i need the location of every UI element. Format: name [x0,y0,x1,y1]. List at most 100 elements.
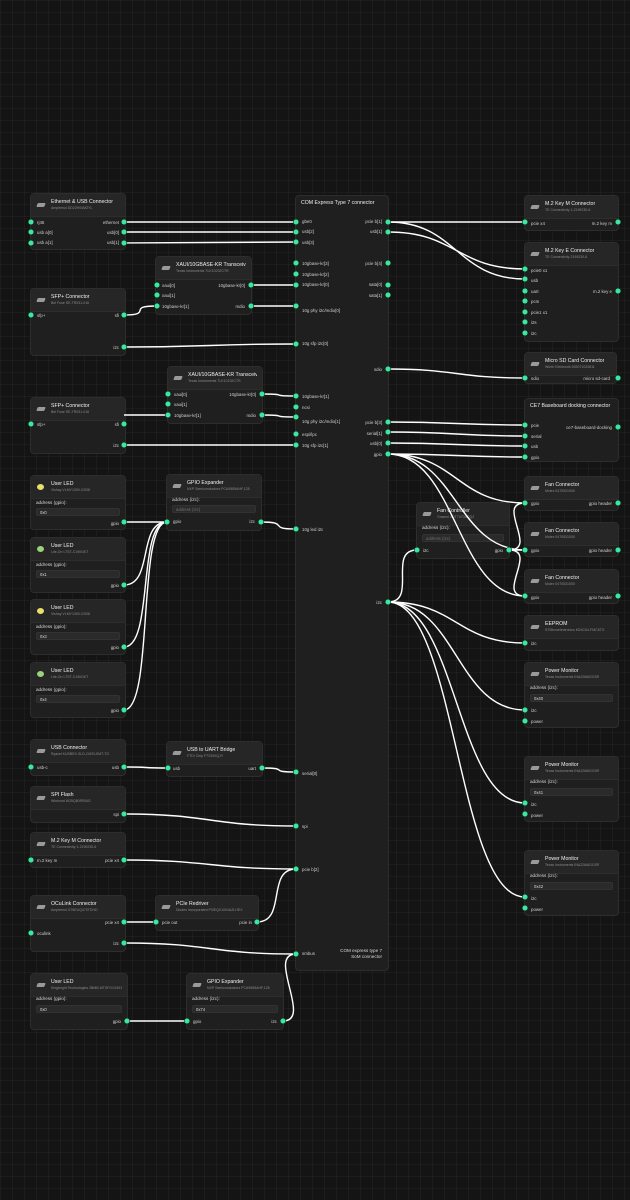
node-sfp-connector-1[interactable]: SFP+ Connector Bel Fuse SE-TR031-016 sfp+… [30,397,126,454]
port-handle[interactable] [154,303,160,309]
node-spi-flash[interactable]: SPI Flash Winbond W25Q80RSNIG spi [30,786,126,823]
node-micro-sd-connector[interactable]: Micro SD Card Connector Würth Elektronik … [524,352,617,384]
port-handle[interactable] [293,404,299,410]
port-handle[interactable] [154,292,160,298]
port-handle[interactable] [293,239,299,245]
port-handle[interactable] [522,707,528,713]
port-handle[interactable] [258,519,264,525]
address-field[interactable]: 0x1 [36,570,120,578]
node-power-monitor-3[interactable]: Power Monitor Texas Instruments INA226AID… [524,850,619,916]
port-handle[interactable] [293,866,299,872]
wire[interactable] [123,241,297,244]
node-ce7-docking-connector[interactable]: CE7 Baseboard docking connector pcie ser… [524,398,619,462]
port-handle[interactable] [385,292,391,298]
port-handle[interactable] [522,288,528,294]
wire[interactable] [261,414,297,418]
node-user-led-2[interactable]: User LED Lite-On LTST-C190GKT address (gp… [30,537,126,593]
port-handle[interactable] [522,298,528,304]
port-handle[interactable] [153,919,159,925]
port-handle[interactable] [293,271,299,277]
port-handle[interactable] [28,219,34,225]
port-handle[interactable] [385,429,391,435]
wire[interactable] [123,521,168,648]
port-handle[interactable] [385,451,391,457]
address-field[interactable]: 0x41 [530,788,613,796]
node-xaui-transceiver-1[interactable]: XAUI/10GBASE-KR Transceiver Texas Instrum… [167,366,263,424]
port-handle[interactable] [121,764,127,770]
port-handle[interactable] [28,229,34,235]
port-handle[interactable] [184,1018,190,1024]
port-handle[interactable] [28,857,34,863]
node-ethernet-usb-connector[interactable]: Ethernet & USB Connector Amphenol DD22H04… [30,193,126,250]
port-handle[interactable] [259,391,265,397]
wire[interactable] [387,368,526,379]
port-handle[interactable] [165,765,171,771]
port-handle[interactable] [522,319,528,325]
port-handle[interactable] [121,229,127,235]
port-handle[interactable] [522,219,528,225]
wire[interactable] [387,549,418,603]
node-power-monitor-1[interactable]: Power Monitor Texas Instruments INA226AID… [524,662,619,728]
node-oculink-connector[interactable]: OCuLink Connector Amphenol G76EUQ470TDHD … [30,895,126,952]
address-field[interactable]: address (i2c) [422,534,504,542]
port-handle[interactable] [522,640,528,646]
wire[interactable] [123,859,297,870]
port-handle[interactable] [28,240,34,246]
port-handle[interactable] [280,1018,286,1024]
node-fan-connector-1[interactable]: Fan Connector Molex 0470531000 gpio gpio … [524,476,619,511]
port-handle[interactable] [385,260,391,266]
port-handle[interactable] [385,599,391,605]
wire[interactable] [387,601,526,898]
port-handle[interactable] [615,500,621,506]
port-handle[interactable] [28,764,34,770]
port-handle[interactable] [522,276,528,282]
port-handle[interactable] [522,905,528,911]
wire[interactable] [387,453,526,458]
port-handle[interactable] [28,312,34,318]
port-handle[interactable] [28,930,34,936]
port-handle[interactable] [293,303,299,309]
port-handle[interactable] [248,303,254,309]
port-handle[interactable] [293,431,299,437]
port-handle[interactable] [522,443,528,449]
wire[interactable] [123,942,297,955]
port-handle[interactable] [121,344,127,350]
port-handle[interactable] [522,266,528,272]
port-handle[interactable] [293,951,299,957]
wire[interactable] [387,231,526,270]
node-xaui-transceiver-0[interactable]: XAUI/10GBASE-KR Transceiver Texas Instrum… [155,256,252,315]
wire[interactable] [387,601,526,804]
port-handle[interactable] [121,940,127,946]
node-gpio-expander-2[interactable]: GPIO Expander NXP Semiconductors PCA9555A… [186,973,284,1030]
port-handle[interactable] [522,309,528,315]
wire[interactable] [123,521,168,711]
wire[interactable] [508,502,526,551]
port-handle[interactable] [385,419,391,425]
port-handle[interactable] [615,375,621,381]
node-usb-uart-bridge[interactable]: USB to UART Bridge FTDI Chip FT230XQ-R us… [166,741,263,777]
wire[interactable] [387,421,526,426]
port-handle[interactable] [293,219,299,225]
port-handle[interactable] [522,593,528,599]
wire[interactable] [123,521,168,586]
address-field[interactable]: address (i2c) [172,505,256,513]
port-handle[interactable] [121,582,127,588]
wire[interactable] [123,305,157,316]
port-handle[interactable] [385,440,391,446]
port-handle[interactable] [293,393,299,399]
node-user-led-4[interactable]: User LED Lite-On LTST-C190GKT address (gp… [30,662,126,718]
address-field[interactable]: 0x42 [530,882,613,890]
port-handle[interactable] [165,412,171,418]
port-handle[interactable] [293,282,299,288]
address-field[interactable]: 0x0 [36,508,120,516]
port-handle[interactable] [414,547,420,553]
port-handle[interactable] [121,707,127,713]
address-field[interactable]: 0x0 [36,1005,122,1013]
port-handle[interactable] [121,240,127,246]
port-handle[interactable] [522,422,528,428]
port-handle[interactable] [293,442,299,448]
port-handle[interactable] [259,412,265,418]
port-handle[interactable] [615,219,621,225]
schematic-canvas[interactable]: COM Express Type 7 connector gbe0 usb[2]… [0,0,630,1200]
port-handle[interactable] [615,547,621,553]
